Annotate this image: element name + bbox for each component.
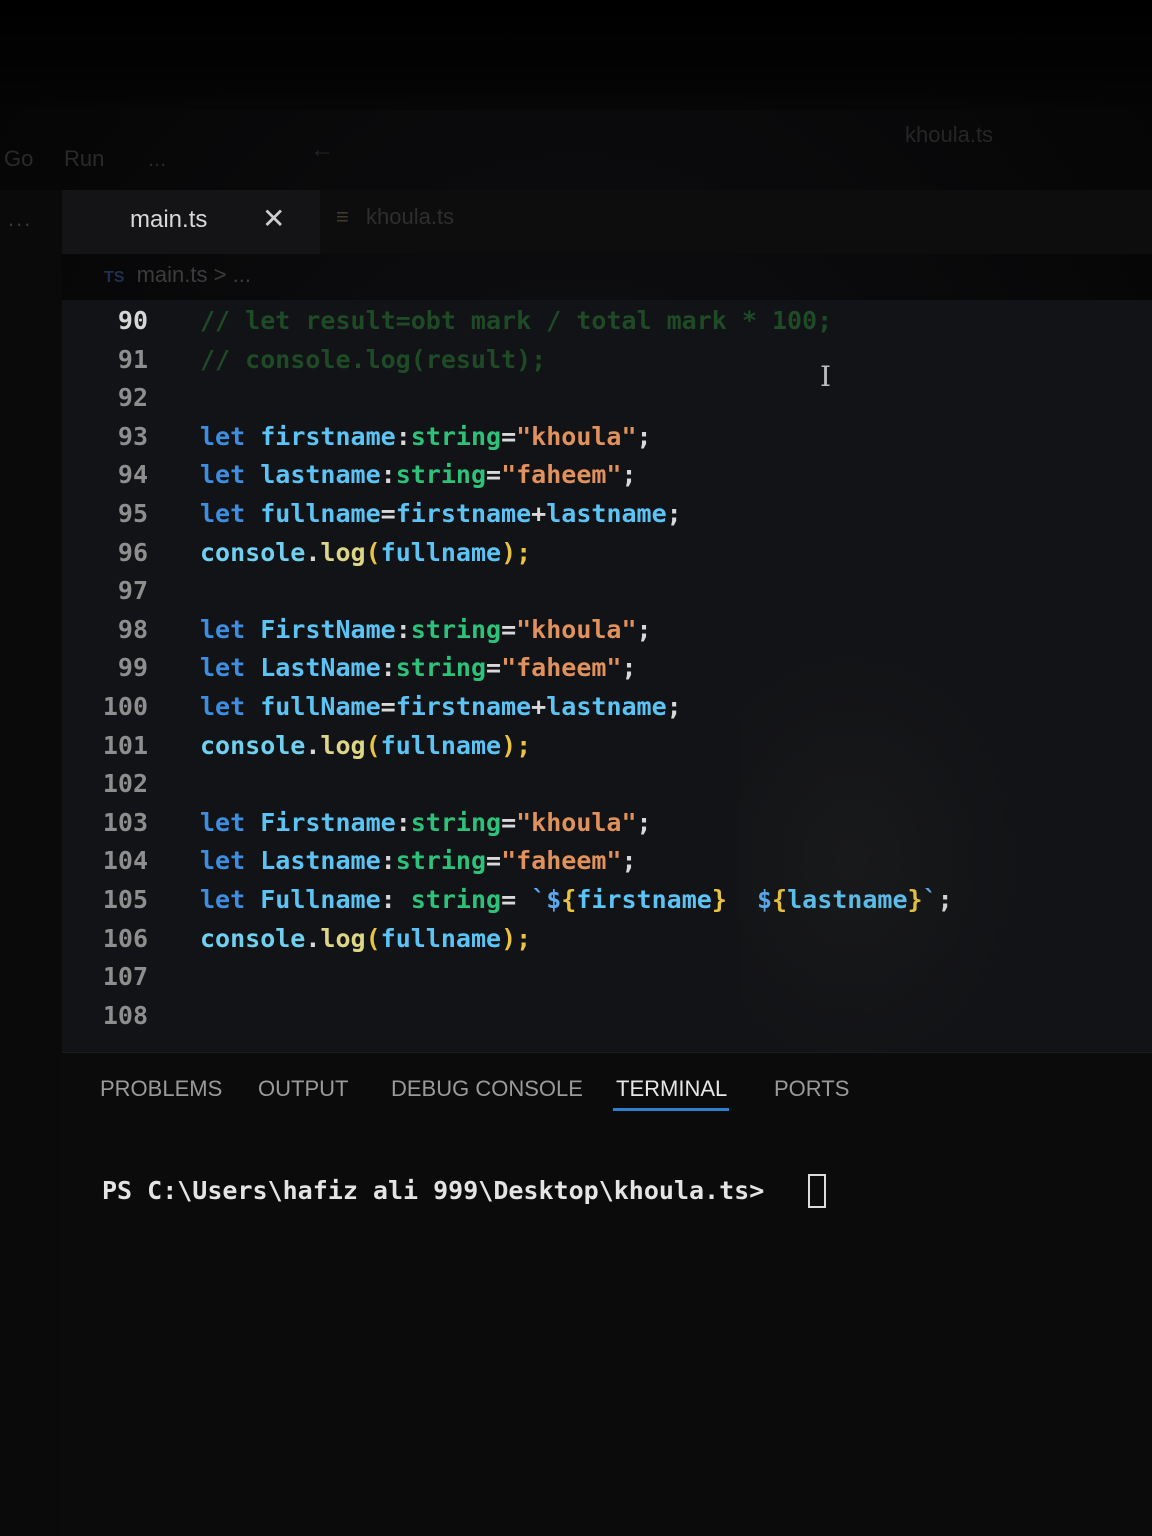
line-source[interactable]: let fullName=firstname+lastname; xyxy=(200,692,682,721)
line-number: 103 xyxy=(102,807,148,837)
screen: Go Run ... ← khoula.ts ... main.ts ✕ ≡ k… xyxy=(0,0,1152,1536)
line-number: 105 xyxy=(102,885,148,914)
code-line[interactable]: 101 console.log(fullname); xyxy=(0,731,1152,769)
code-line[interactable]: 93 let firstname:string="khoula"; xyxy=(0,422,1152,460)
tab-label[interactable]: main.ts xyxy=(130,206,207,234)
breadcrumb-separator: > xyxy=(213,262,227,287)
tab-ports[interactable]: PORTS xyxy=(774,1076,849,1102)
line-number: 94 xyxy=(117,460,148,490)
line-source[interactable]: let Fullname: string= `${firstname} ${la… xyxy=(200,885,953,914)
line-number: 92 xyxy=(117,383,148,413)
code-line[interactable]: 102 xyxy=(0,769,1152,807)
line-number: 104 xyxy=(102,846,148,876)
line-number: 107 xyxy=(102,962,148,992)
tab-khoula-ts[interactable]: khoula.ts xyxy=(366,204,454,230)
line-number: 90 xyxy=(117,306,148,335)
code-line[interactable]: 107 xyxy=(0,962,1152,1000)
code-line[interactable]: 96 console.log(fullname); xyxy=(0,538,1152,576)
line-source[interactable]: let fullname=firstname+lastname; xyxy=(200,499,682,528)
line-source[interactable]: // let result=obt mark / total mark * 10… xyxy=(200,306,832,335)
menu-go[interactable]: Go xyxy=(4,146,33,172)
line-number: 101 xyxy=(102,730,148,760)
code-line[interactable]: 103 let Firstname:string="khoula"; xyxy=(0,808,1152,846)
code-line[interactable]: 92 xyxy=(0,383,1152,421)
line-source[interactable]: console.log(fullname); xyxy=(200,538,531,567)
tab-problems[interactable]: PROBLEMS xyxy=(100,1076,222,1102)
line-source[interactable]: console.log(fullname); xyxy=(200,924,531,953)
terminal-prompt[interactable]: PS C:\Users\hafiz ali 999\Desktop\khoula… xyxy=(102,1176,764,1205)
breadcrumb-rest[interactable]: ... xyxy=(233,262,251,287)
menu-more[interactable]: ... xyxy=(148,146,166,172)
code-line[interactable]: 94 let lastname:string="faheem"; xyxy=(0,460,1152,498)
active-tab-indicator xyxy=(613,1108,729,1111)
line-number: 96 xyxy=(117,537,148,567)
line-source[interactable]: // console.log(result); xyxy=(200,345,546,374)
menu-run[interactable]: Run xyxy=(64,146,104,172)
text-cursor-icon: I xyxy=(820,360,832,393)
line-source[interactable]: let LastName:string="faheem"; xyxy=(200,653,637,682)
line-number: 106 xyxy=(102,923,148,953)
code-line[interactable]: 108 xyxy=(0,1001,1152,1039)
breadcrumb-file[interactable]: main.ts xyxy=(137,262,208,287)
line-number: 98 xyxy=(117,614,148,644)
code-line[interactable]: 97 xyxy=(0,576,1152,614)
code-line[interactable]: 106 console.log(fullname); xyxy=(0,924,1152,962)
line-number: 100 xyxy=(102,692,148,721)
line-number: 108 xyxy=(102,1000,148,1030)
more-icon[interactable]: ... xyxy=(8,206,32,232)
code-line[interactable]: 91 // console.log(result); xyxy=(0,345,1152,383)
monitor-bezel xyxy=(0,0,1152,110)
line-number: 93 xyxy=(117,421,148,451)
line-number: 95 xyxy=(117,499,148,528)
back-arrow-icon[interactable]: ← xyxy=(310,136,334,164)
line-source[interactable]: let firstname:string="khoula"; xyxy=(200,422,652,451)
line-source[interactable]: let Firstname:string="khoula"; xyxy=(200,808,652,837)
file-icon: ≡ xyxy=(336,204,349,229)
line-number: 91 xyxy=(117,344,148,374)
code-line[interactable]: 98 let FirstName:string="khoula"; xyxy=(0,615,1152,653)
breadcrumb: TS main.ts > ... xyxy=(104,262,251,288)
line-source[interactable]: let FirstName:string="khoula"; xyxy=(200,615,652,644)
line-number: 99 xyxy=(117,653,148,683)
line-source[interactable]: console.log(fullname); xyxy=(200,731,531,760)
tab-output[interactable]: OUTPUT xyxy=(258,1076,348,1102)
tab-terminal[interactable]: TERMINAL xyxy=(616,1076,727,1102)
tab-debug-console[interactable]: DEBUG CONSOLE xyxy=(391,1076,583,1102)
line-number: 97 xyxy=(117,576,148,606)
close-icon[interactable]: ✕ xyxy=(262,202,285,235)
window-title: khoula.ts xyxy=(905,122,994,147)
code-line[interactable]: 100 let fullName=firstname+lastname; xyxy=(0,692,1152,730)
code-line[interactable]: 90 // let result=obt mark / total mark * … xyxy=(0,306,1152,344)
code-line[interactable]: 104 let Lastname:string="faheem"; xyxy=(0,846,1152,884)
terminal-cursor xyxy=(808,1174,826,1208)
code-line[interactable]: 99 let LastName:string="faheem"; xyxy=(0,653,1152,691)
line-source[interactable]: let lastname:string="faheem"; xyxy=(200,460,637,489)
line-source[interactable]: let Lastname:string="faheem"; xyxy=(200,846,637,875)
bottom-panel xyxy=(62,1052,1152,1536)
code-line[interactable]: 105 let Fullname: string= `${firstname} $… xyxy=(0,885,1152,923)
line-number: 102 xyxy=(102,769,148,799)
typescript-icon: TS xyxy=(104,269,125,286)
code-line[interactable]: 95 let fullname=firstname+lastname; xyxy=(0,499,1152,537)
